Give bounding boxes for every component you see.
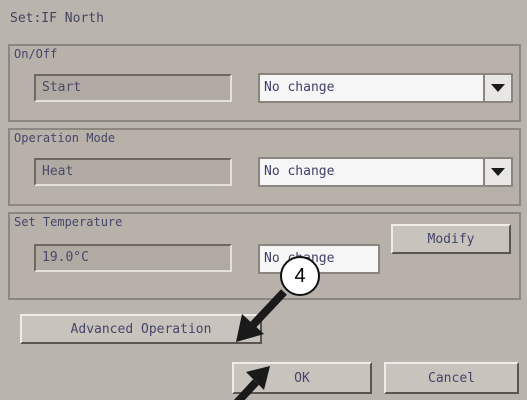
window-title: Set:IF North <box>10 11 104 26</box>
operation-mode-select-value: No change <box>264 164 335 179</box>
on-off-current-value: Start <box>34 74 232 102</box>
operation-mode-group: Operation Mode Heat No change <box>8 128 521 206</box>
step-number-badge: 4 <box>280 256 320 296</box>
chevron-down-icon <box>491 84 505 92</box>
on-off-select[interactable]: No change <box>258 73 513 103</box>
operation-mode-dropdown-button[interactable] <box>483 159 511 185</box>
ok-button[interactable]: OK <box>232 362 372 394</box>
set-temperature-current-value: 19.0°C <box>34 244 232 272</box>
chevron-down-icon <box>491 168 505 176</box>
on-off-label: On/Off <box>14 47 58 61</box>
set-temperature-group: Set Temperature 19.0°C No change Modify <box>8 212 521 300</box>
on-off-group: On/Off Start No change <box>8 44 521 122</box>
modify-button[interactable]: Modify <box>391 224 511 254</box>
cancel-button[interactable]: Cancel <box>384 362 519 394</box>
operation-mode-label: Operation Mode <box>14 131 116 145</box>
operation-mode-select[interactable]: No change <box>258 157 513 187</box>
advanced-operation-button[interactable]: Advanced Operation <box>20 314 262 344</box>
on-off-dropdown-button[interactable] <box>483 75 511 101</box>
set-temperature-label: Set Temperature <box>14 215 123 229</box>
on-off-select-value: No change <box>264 80 335 95</box>
operation-mode-current-value: Heat <box>34 158 232 186</box>
